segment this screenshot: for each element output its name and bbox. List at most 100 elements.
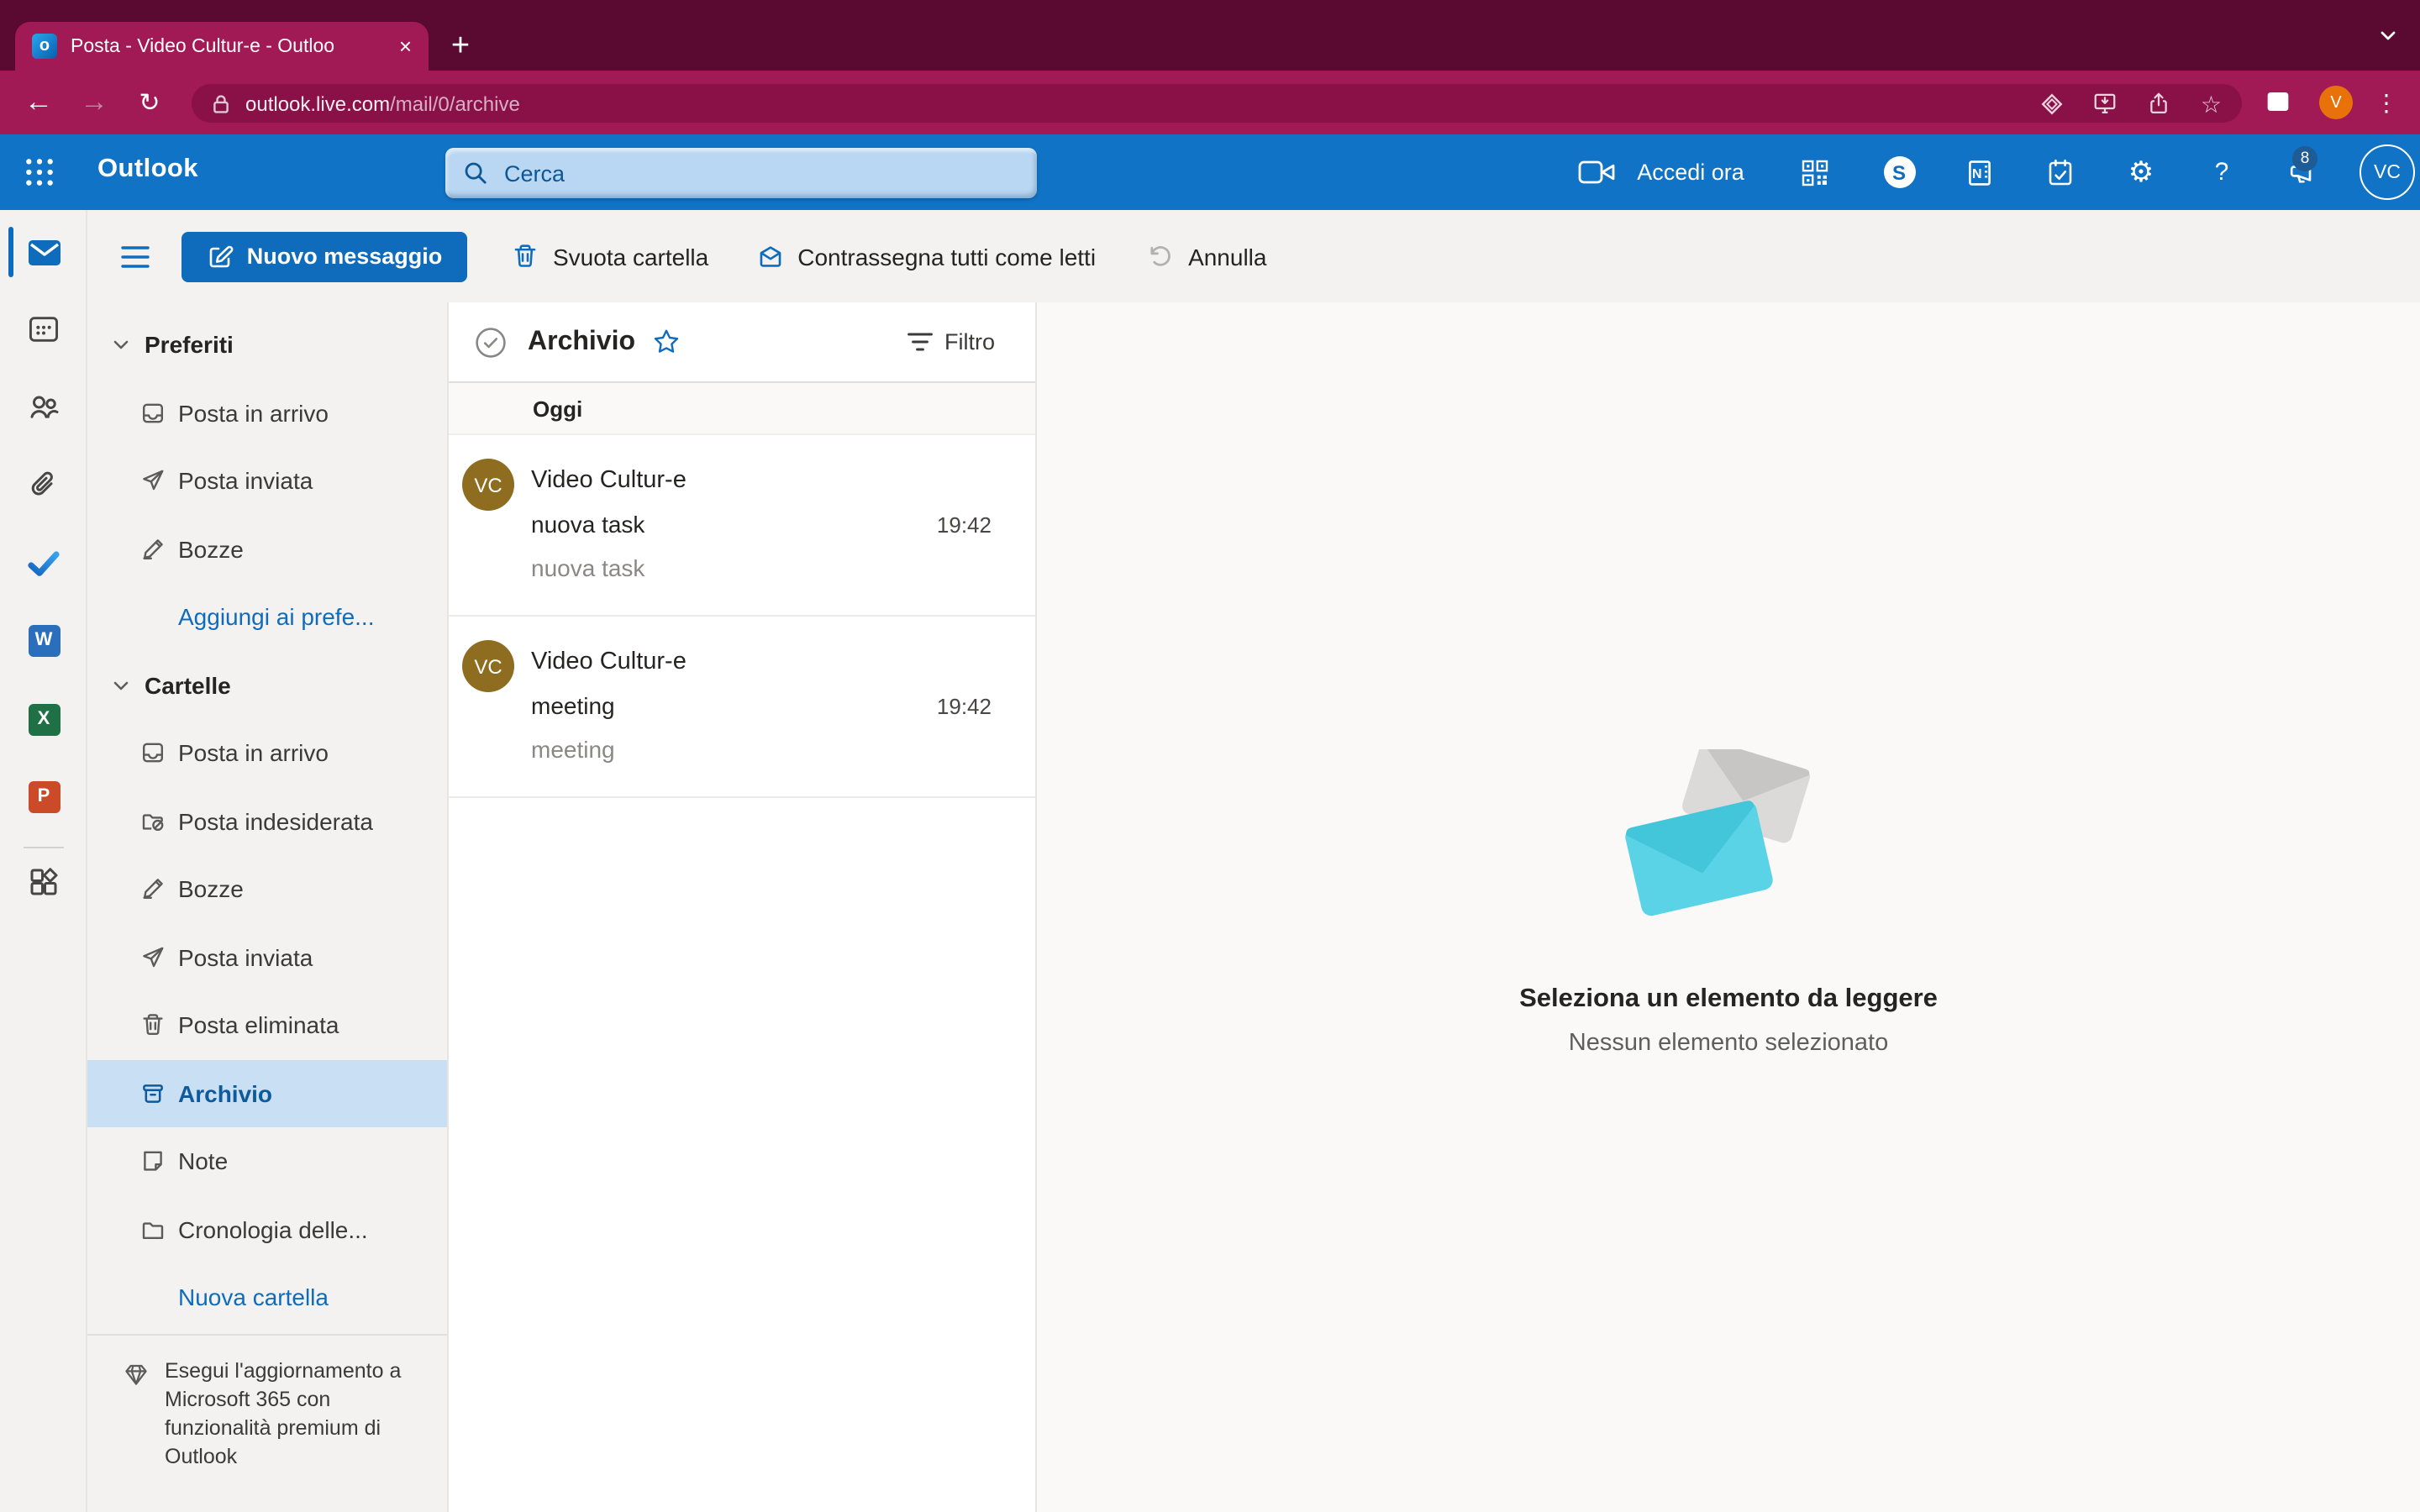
search-input[interactable] [504, 160, 1020, 186]
select-all-circle-check-icon[interactable] [474, 325, 508, 359]
lock-icon[interactable] [210, 92, 232, 115]
install-app-icon[interactable] [2093, 91, 2118, 116]
todo-module-icon[interactable] [0, 536, 87, 590]
empty-state-title: Seleziona un elemento da leggere [1519, 984, 1938, 1015]
envelopes-illustration [1621, 749, 1836, 948]
forward-button[interactable]: → [69, 71, 119, 134]
back-button[interactable]: ← [13, 71, 64, 134]
tasks-icon[interactable] [2037, 134, 2084, 210]
outlook-logo[interactable]: Outlook [97, 155, 198, 185]
favorite-drafts[interactable]: Bozze [87, 515, 447, 583]
onenote-icon[interactable]: N [1956, 134, 2003, 210]
app-launcher-waffle-icon[interactable] [24, 156, 55, 188]
mail-module-icon[interactable] [0, 225, 87, 279]
folder-notes[interactable]: Note [87, 1127, 447, 1195]
folder-sent[interactable]: Posta inviata [87, 923, 447, 991]
bookmark-star-icon[interactable]: ☆ [2201, 92, 2222, 115]
favorite-star-icon[interactable] [652, 328, 681, 356]
sender-avatar[interactable]: VC [462, 459, 514, 511]
skype-icon[interactable]: S [1876, 134, 1923, 210]
extension-diamond-icon[interactable] [2041, 92, 2065, 115]
new-tab-button[interactable]: + [440, 27, 481, 67]
premium-diamond-icon [123, 1361, 150, 1388]
favorite-sent[interactable]: Posta inviata [87, 447, 447, 515]
new-folder-link[interactable]: Nuova cartella [87, 1263, 447, 1331]
search-box[interactable] [445, 148, 1037, 198]
url-text: outlook.live.com/mail/0/archive [245, 92, 520, 115]
message-time: 19:42 [937, 694, 992, 719]
folders-section-header[interactable]: Cartelle [87, 651, 447, 719]
add-favorite-link[interactable]: Aggiungi ai prefe... [87, 583, 447, 651]
search-icon [462, 160, 489, 186]
list-title: Archivio [528, 327, 635, 357]
drafts-icon [139, 536, 166, 563]
open-envelope-icon [755, 242, 784, 270]
message-row[interactable]: VC Video Cultur-e nuova task nuova task … [449, 435, 1035, 617]
word-module-icon[interactable]: W [0, 613, 87, 667]
chevron-down-icon [111, 335, 131, 355]
sender-avatar[interactable]: VC [462, 640, 514, 692]
message-list-pane: Archivio Filtro Oggi VC Video Cultur-e n… [447, 302, 1037, 1512]
folder-icon [139, 1216, 166, 1243]
people-module-icon[interactable] [0, 380, 87, 433]
drafts-icon [139, 876, 166, 903]
message-row[interactable]: VC Video Cultur-e meeting meeting 19:42 [449, 617, 1035, 798]
message-time: 19:42 [937, 512, 992, 538]
message-subject: meeting [531, 684, 992, 727]
powerpoint-module-icon[interactable]: P [0, 769, 87, 823]
folder-inbox[interactable]: Posta in arrivo [87, 719, 447, 787]
excel-module-icon[interactable]: X [0, 692, 87, 746]
undo-icon [1146, 242, 1175, 270]
sent-icon [139, 468, 166, 495]
address-bar[interactable]: outlook.live.com/mail/0/archive ☆ [192, 84, 2242, 123]
attachments-module-icon[interactable] [0, 459, 87, 512]
screen: No Posta - Video Cultur-e - Outloo × + ←… [0, 0, 2420, 1512]
browser-menu-icon[interactable]: ⋮ [2373, 84, 2400, 121]
browser-tab[interactable]: No Posta - Video Cultur-e - Outloo × [15, 22, 429, 71]
new-message-button[interactable]: Nuovo messaggio [182, 231, 467, 281]
reload-button[interactable]: ↻ [124, 71, 175, 134]
sign-in-link[interactable]: Accedi ora [1627, 134, 1754, 210]
hamburger-menu-icon[interactable] [108, 229, 161, 283]
meet-now-icon[interactable] [1573, 134, 1620, 210]
folder-junk[interactable]: Posta indesiderata [87, 787, 447, 855]
browser-profile-avatar[interactable]: V [2319, 86, 2353, 119]
note-icon [139, 1148, 166, 1175]
favorite-inbox[interactable]: Posta in arrivo [87, 379, 447, 447]
settings-gear-icon[interactable]: ⚙ [2118, 134, 2165, 210]
tab-search-chevron-icon[interactable] [2376, 24, 2400, 47]
mark-all-read-button[interactable]: Contrassegna tutti come letti [755, 242, 1096, 270]
share-icon[interactable] [2147, 91, 2172, 116]
folder-archive-selected[interactable]: Archivio [87, 1059, 447, 1127]
chevron-down-icon [111, 675, 131, 696]
folder-conversation-history[interactable]: Cronologia delle... [87, 1195, 447, 1263]
tab-close-icon[interactable]: × [396, 35, 415, 57]
content-area: W X P Nuovo messaggio Svuota cartella [0, 210, 2420, 1512]
date-group-header[interactable]: Oggi [449, 383, 1035, 435]
inbox-icon [139, 400, 166, 427]
folder-deleted[interactable]: Posta eliminata [87, 991, 447, 1059]
trash-icon [511, 242, 539, 270]
whats-new-megaphone-icon[interactable]: 8 [2272, 134, 2333, 210]
help-icon[interactable]: ? [2198, 134, 2245, 210]
upgrade-text: Esegui l'aggiornamento a Microsoft 365 c… [165, 1357, 417, 1472]
notification-badge: 8 [2292, 146, 2317, 171]
junk-folder-icon [139, 808, 166, 835]
rail-divider [24, 847, 64, 848]
compose-icon [207, 243, 234, 270]
folder-drafts[interactable]: Bozze [87, 855, 447, 923]
undo-button[interactable]: Annulla [1146, 242, 1266, 270]
qr-code-icon[interactable] [1791, 134, 1839, 210]
favorites-section-header[interactable]: Preferiti [87, 311, 447, 379]
message-list-header: Archivio Filtro [449, 302, 1035, 383]
calendar-module-icon[interactable] [0, 302, 87, 356]
account-avatar[interactable]: VC [2360, 144, 2415, 200]
more-apps-icon[interactable] [0, 855, 87, 909]
upgrade-banner[interactable]: Esegui l'aggiornamento a Microsoft 365 c… [87, 1334, 447, 1472]
reading-pane: Seleziona un elemento da leggere Nessun … [1037, 302, 2420, 1512]
filter-button[interactable]: Filtro [908, 329, 995, 354]
empty-folder-button[interactable]: Svuota cartella [511, 242, 708, 270]
folder-pane: Preferiti Posta in arrivo Posta inviata … [87, 302, 447, 1512]
side-panel-icon[interactable] [2264, 87, 2292, 116]
message-sender: Video Cultur-e [531, 640, 992, 684]
